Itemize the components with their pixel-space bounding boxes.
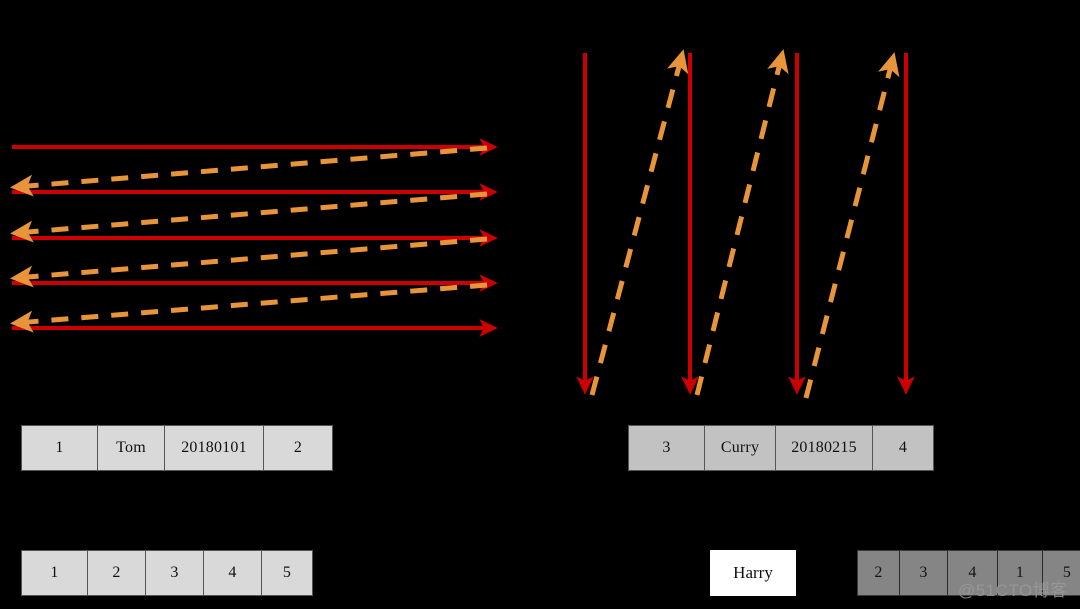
dashed-arrow-left-3	[10, 236, 488, 288]
dashed-arrow-up-1	[589, 49, 689, 396]
table-cell[interactable]: 5	[1043, 551, 1080, 595]
diagram-canvas: 1 Tom 20180101 2 3 Curry 20180215 4 12345 Harr…	[0, 0, 1080, 609]
table-cell[interactable]: 4	[873, 426, 933, 470]
solid-arrow-group-horizontal	[12, 138, 498, 337]
arrow-layer	[10, 49, 915, 399]
harry-value-box[interactable]: Harry	[710, 550, 796, 596]
table-cell[interactable]: 2	[858, 551, 900, 595]
index-row-shuffled[interactable]: 23415	[857, 550, 1080, 596]
dashed-arrow-left-4	[10, 282, 488, 333]
dashed-arrow-left-2	[10, 191, 488, 243]
table-cell[interactable]: 3	[629, 426, 705, 470]
dashed-arrow-group-horizontal	[10, 145, 488, 333]
table-cell[interactable]: 5	[262, 551, 312, 595]
table-cell[interactable]: 20180101	[165, 426, 264, 470]
dashed-arrow-up-2	[694, 49, 789, 396]
dashed-arrow-up-3	[803, 52, 900, 399]
table-cell[interactable]: Tom	[98, 426, 165, 470]
table-cell[interactable]: 2	[264, 426, 332, 470]
table-cell[interactable]: 1	[998, 551, 1043, 595]
record-row-tom[interactable]: 1 Tom 20180101 2	[21, 425, 333, 471]
index-row-sequential[interactable]: 12345	[21, 550, 313, 596]
dashed-arrow-left-1	[10, 145, 488, 197]
table-cell[interactable]: 2	[88, 551, 146, 595]
dashed-arrow-group-vertical	[589, 49, 900, 399]
table-cell[interactable]: 4	[948, 551, 998, 595]
solid-arrow-group-vertical	[576, 53, 915, 395]
table-cell[interactable]: 20180215	[776, 426, 873, 470]
record-row-curry[interactable]: 3 Curry 20180215 4	[628, 425, 934, 471]
table-cell[interactable]: 1	[22, 426, 98, 470]
table-cell[interactable]: Curry	[705, 426, 776, 470]
table-cell[interactable]: 3	[900, 551, 948, 595]
table-cell[interactable]: 3	[146, 551, 204, 595]
table-cell[interactable]: 1	[22, 551, 88, 595]
harry-label: Harry	[733, 563, 773, 582]
table-cell[interactable]: 4	[204, 551, 262, 595]
